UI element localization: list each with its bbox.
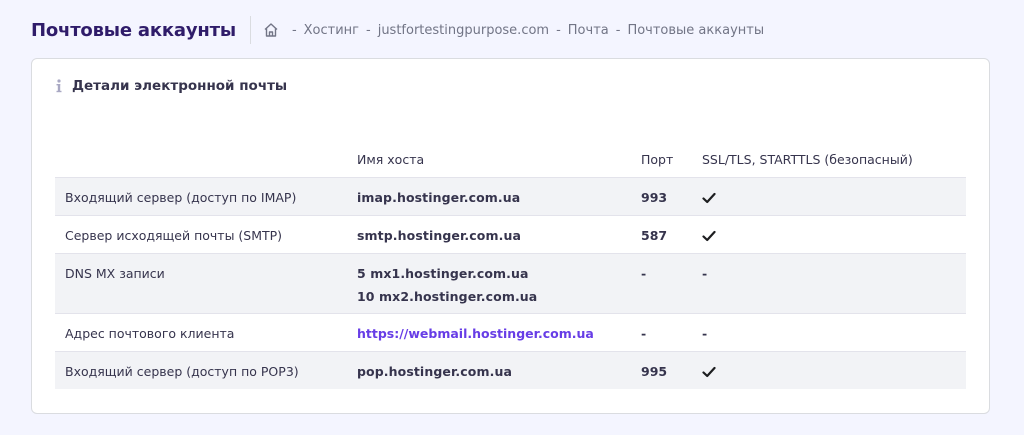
ssl-value: - xyxy=(702,326,708,341)
port-value: 993 xyxy=(641,190,668,205)
port-value: - xyxy=(641,266,647,281)
service-label: Сервер исходящей почты (SMTP) xyxy=(65,228,283,243)
host-value: smtp.hostinger.com.ua xyxy=(357,228,521,243)
table-header-row: Имя хоста Порт SSL/TLS, STARTTLS (безопа… xyxy=(55,142,966,178)
port-value: 587 xyxy=(641,228,668,243)
page-header: Почтовые аккаунты - Хостинг - justfortes… xyxy=(31,16,764,44)
host-value: pop.hostinger.com.ua xyxy=(357,364,512,379)
table-row: Входящий сервер (доступ по IMAP) imap.ho… xyxy=(55,178,966,216)
info-icon xyxy=(54,78,64,94)
header-host: Имя хоста xyxy=(357,152,425,167)
service-label: DNS MX записи xyxy=(65,266,165,281)
webmail-link[interactable]: https://webmail.hostinger.com.ua xyxy=(357,326,594,341)
table-row: Адрес почтового клиента https://webmail.… xyxy=(55,314,966,352)
port-value: 995 xyxy=(641,364,668,379)
breadcrumb-separator: - xyxy=(556,22,561,38)
checkmark-icon xyxy=(702,191,716,205)
page-title: Почтовые аккаунты xyxy=(31,19,236,41)
header-divider xyxy=(249,16,251,44)
home-icon[interactable] xyxy=(263,22,279,38)
checkmark-icon xyxy=(702,229,716,243)
card-title-text: Детали электронной почты xyxy=(72,78,288,94)
breadcrumb: - Хостинг - justfortestingpurpose.com - … xyxy=(263,22,764,38)
table-row: Сервер исходящей почты (SMTP) smtp.hosti… xyxy=(55,216,966,254)
mx-record-1: 5 mx1.hostinger.com.ua xyxy=(357,266,529,281)
email-settings-table: Имя хоста Порт SSL/TLS, STARTTLS (безопа… xyxy=(55,142,966,389)
service-label: Входящий сервер (доступ по POP3) xyxy=(65,364,299,379)
service-label: Адрес почтового клиента xyxy=(65,326,235,341)
breadcrumb-hosting[interactable]: Хостинг xyxy=(304,23,359,38)
breadcrumb-separator: - xyxy=(615,22,621,38)
breadcrumb-domain[interactable]: justfortestingpurpose.com xyxy=(378,23,549,38)
port-value: - xyxy=(641,326,647,341)
email-details-card: Детали электронной почты Имя хоста Порт … xyxy=(31,58,990,414)
mx-record-2: 10 mx2.hostinger.com.ua xyxy=(357,289,538,304)
checkmark-icon xyxy=(702,365,716,379)
header-port: Порт xyxy=(641,152,674,167)
table-row: DNS MX записи 5 mx1.hostinger.com.ua 10 … xyxy=(55,254,966,314)
header-ssl: SSL/TLS, STARTTLS (безопасный) xyxy=(702,152,913,167)
header-service xyxy=(55,142,347,177)
service-label: Входящий сервер (доступ по IMAP) xyxy=(65,190,297,205)
host-value: imap.hostinger.com.ua xyxy=(357,190,521,205)
breadcrumb-separator: - xyxy=(291,22,297,38)
card-title: Детали электронной почты xyxy=(54,78,287,94)
table-row: Входящий сервер (доступ по POP3) pop.hos… xyxy=(55,352,966,389)
ssl-value: - xyxy=(702,266,708,281)
breadcrumb-separator: - xyxy=(366,22,371,38)
breadcrumb-email-accounts: Почтовые аккаунты xyxy=(627,22,765,38)
breadcrumb-email[interactable]: Почта xyxy=(568,23,609,38)
